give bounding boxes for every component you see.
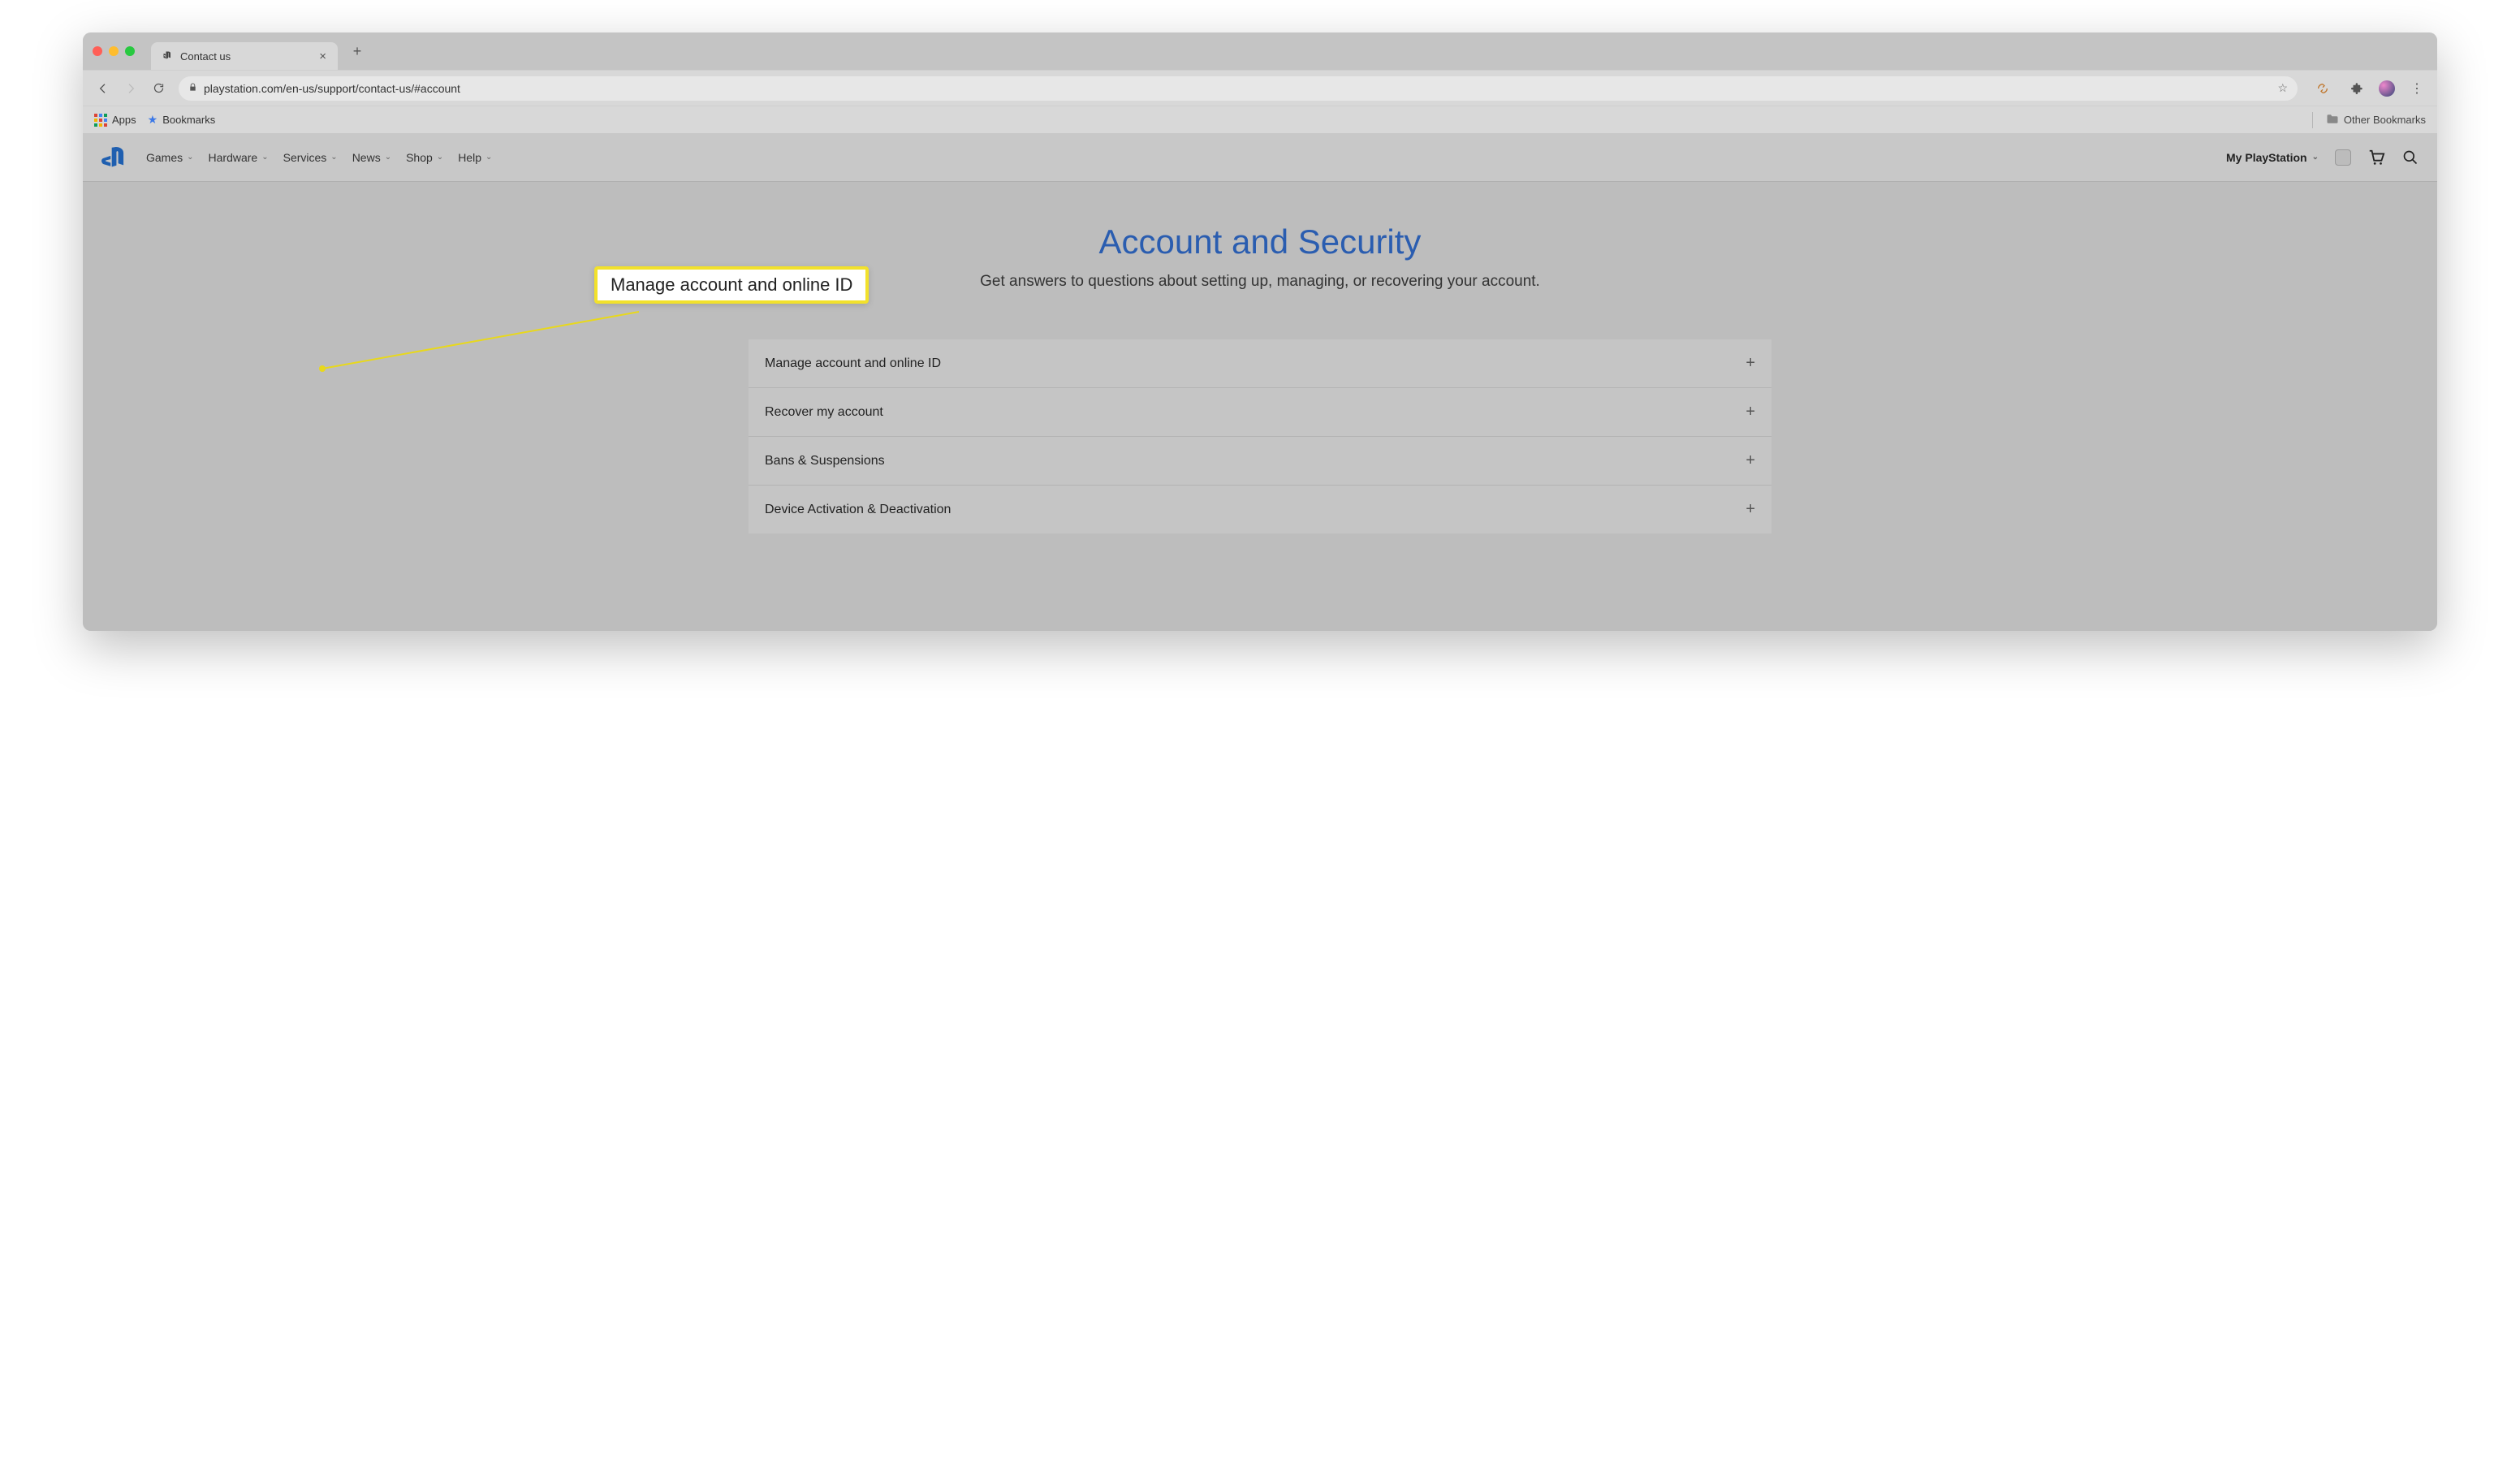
plus-icon: + [1745, 451, 1755, 470]
window-controls [93, 46, 135, 56]
accordion-label: Bans & Suspensions [765, 454, 885, 468]
accordion-item-device-activation[interactable]: Device Activation & Deactivation + [749, 485, 1771, 533]
nav-services[interactable]: Services⌄ [283, 151, 338, 164]
address-bar[interactable]: playstation.com/en-us/support/contact-us… [179, 76, 2298, 101]
close-tab-button[interactable]: × [319, 50, 326, 63]
plus-icon: + [1745, 500, 1755, 519]
apps-icon [94, 114, 107, 127]
page-content: Games⌄ Hardware⌄ Services⌄ News⌄ Shop⌄ H… [83, 133, 2437, 631]
search-icon[interactable] [2401, 149, 2419, 166]
bookmarks-bar: Apps ★ Bookmarks Other Bookmarks [83, 106, 2437, 133]
chevron-down-icon: ⌄ [437, 153, 443, 162]
accordion-label: Device Activation & Deactivation [765, 503, 951, 517]
nav-games[interactable]: Games⌄ [146, 151, 194, 164]
cart-icon[interactable] [2367, 149, 2385, 166]
nav-news[interactable]: News⌄ [352, 151, 391, 164]
menu-button[interactable]: ⋮ [2405, 76, 2429, 101]
page-title: Account and Security [749, 222, 1771, 261]
reload-button[interactable] [146, 76, 170, 101]
main-content: Account and Security Get answers to ques… [749, 182, 1771, 533]
site-header: Games⌄ Hardware⌄ Services⌄ News⌄ Shop⌄ H… [83, 133, 2437, 182]
tab-title: Contact us [180, 50, 231, 63]
other-bookmarks-button[interactable]: Other Bookmarks [2312, 112, 2426, 128]
accordion-item-manage-account[interactable]: Manage account and online ID + [749, 339, 1771, 387]
playstation-logo[interactable] [101, 146, 130, 169]
page-subtitle: Get answers to questions about setting u… [749, 273, 1771, 291]
apps-button[interactable]: Apps [94, 114, 136, 127]
back-button[interactable] [91, 76, 115, 101]
bookmarks-label: Bookmarks [162, 114, 215, 126]
folder-icon [2326, 114, 2339, 127]
toolbar: playstation.com/en-us/support/contact-us… [83, 70, 2437, 106]
new-tab-button[interactable]: + [346, 43, 369, 60]
plus-icon: + [1745, 354, 1755, 373]
url-text: playstation.com/en-us/support/contact-us… [204, 82, 460, 95]
other-bookmarks-label: Other Bookmarks [2344, 114, 2426, 126]
toolbar-right: ⋮ [2311, 76, 2429, 101]
accordion-item-bans[interactable]: Bans & Suspensions + [749, 436, 1771, 485]
plus-icon: + [1745, 403, 1755, 421]
nav-hardware[interactable]: Hardware⌄ [209, 151, 269, 164]
chevron-down-icon: ⌄ [261, 153, 268, 162]
star-icon: ★ [148, 113, 158, 127]
accordion-label: Manage account and online ID [765, 356, 941, 371]
close-window-button[interactable] [93, 46, 102, 56]
nav-help[interactable]: Help⌄ [458, 151, 492, 164]
tab-strip: Contact us × + [83, 32, 2437, 70]
browser-tab[interactable]: Contact us × [151, 42, 338, 70]
notifications-icon[interactable] [2335, 149, 2351, 166]
lock-icon [188, 83, 197, 94]
my-playstation-menu[interactable]: My PlayStation ⌄ [2226, 151, 2319, 164]
profile-avatar[interactable] [2379, 80, 2395, 97]
site-nav: Games⌄ Hardware⌄ Services⌄ News⌄ Shop⌄ H… [146, 151, 492, 164]
chevron-down-icon: ⌄ [485, 153, 492, 162]
accordion: Manage account and online ID + Recover m… [749, 339, 1771, 533]
apps-label: Apps [112, 114, 136, 126]
chevron-down-icon: ⌄ [187, 153, 193, 162]
maximize-window-button[interactable] [125, 46, 135, 56]
extensions-icon[interactable] [2345, 76, 2369, 101]
tab-favicon [162, 50, 172, 63]
forward-button[interactable] [119, 76, 143, 101]
nav-shop[interactable]: Shop⌄ [406, 151, 443, 164]
accordion-label: Recover my account [765, 405, 883, 420]
minimize-window-button[interactable] [109, 46, 119, 56]
bookmark-star-icon[interactable]: ☆ [2277, 81, 2288, 95]
chevron-down-icon: ⌄ [385, 153, 391, 162]
bookmarks-folder[interactable]: ★ Bookmarks [148, 113, 216, 127]
annotation-leader-line [318, 308, 643, 373]
chevron-down-icon: ⌄ [2312, 153, 2319, 162]
update-icon[interactable] [2311, 76, 2335, 101]
accordion-item-recover-account[interactable]: Recover my account + [749, 387, 1771, 436]
browser-window: Contact us × + playstation.com/en-us/sup… [83, 32, 2437, 631]
chevron-down-icon: ⌄ [330, 153, 337, 162]
